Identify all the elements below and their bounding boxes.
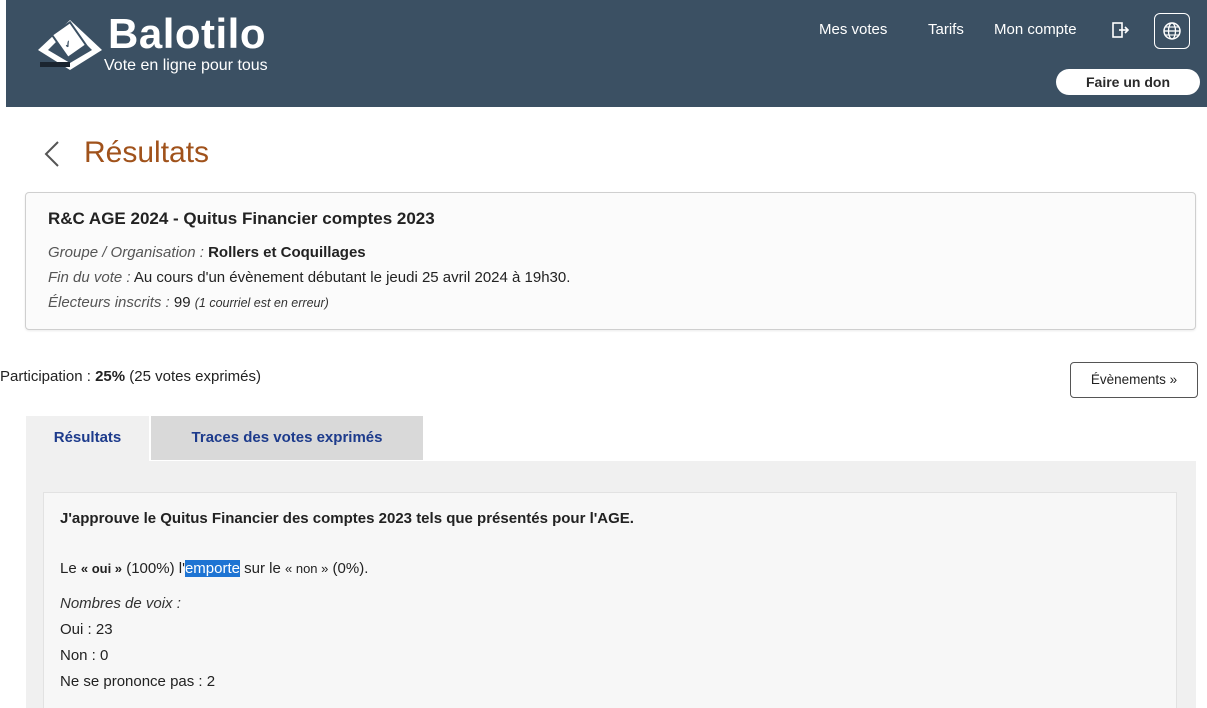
vote-info-card: R&C AGE 2024 - Quitus Financier comptes … bbox=[25, 192, 1196, 330]
count-value: 2 bbox=[206, 673, 216, 690]
verdict-oui-pct: (100%) l' bbox=[126, 560, 185, 577]
count-label: Oui : bbox=[60, 621, 92, 638]
counts-label: Nombres de voix : bbox=[60, 595, 181, 612]
group-row: Groupe / Organisation : Rollers et Coqui… bbox=[48, 244, 366, 262]
count-label: Non : bbox=[60, 647, 96, 664]
group-label: Groupe / Organisation : bbox=[48, 244, 204, 261]
events-button[interactable]: Évènements » bbox=[1070, 362, 1198, 398]
group-value: Rollers et Coquillages bbox=[208, 244, 366, 261]
language-button[interactable] bbox=[1154, 13, 1190, 49]
verdict-non-pct: (0%). bbox=[332, 560, 369, 577]
tab-traces[interactable]: Traces des votes exprimés bbox=[151, 416, 423, 460]
verdict-highlight: emporte bbox=[184, 560, 240, 577]
verdict-oui: « oui » bbox=[80, 561, 123, 576]
brand-name[interactable]: Balotilo bbox=[108, 12, 266, 56]
verdict-prefix: Le bbox=[60, 560, 77, 577]
count-value: 0 bbox=[100, 647, 109, 664]
participation-line: Participation : 25% (25 votes exprimés) bbox=[0, 368, 261, 386]
result-box: J'approuve le Quitus Financier des compt… bbox=[43, 492, 1177, 708]
participation-percent: 25% bbox=[95, 368, 126, 385]
end-label: Fin du vote : bbox=[48, 269, 131, 286]
participation-label: Participation : bbox=[0, 368, 91, 385]
top-header: ✔ Balotilo Vote en ligne pour tous Mes v… bbox=[6, 0, 1207, 107]
vote-title: R&C AGE 2024 - Quitus Financier comptes … bbox=[48, 209, 435, 228]
voters-label: Électeurs inscrits : bbox=[48, 294, 170, 311]
count-row-non: Non : 0 bbox=[60, 647, 108, 664]
nav-mes-votes[interactable]: Mes votes bbox=[819, 21, 887, 39]
back-chevron-icon[interactable] bbox=[41, 139, 63, 169]
donate-button[interactable]: Faire un don bbox=[1056, 69, 1200, 95]
end-row: Fin du vote : Au cours d'un évènement dé… bbox=[48, 269, 570, 287]
end-value: Au cours d'un évènement débutant le jeud… bbox=[133, 269, 571, 286]
verdict-non: « non » bbox=[285, 561, 329, 576]
voters-row: Électeurs inscrits : 99 (1 courriel est … bbox=[48, 294, 329, 312]
verdict-line: Le « oui » (100%) l'emporte sur le « non… bbox=[60, 560, 368, 577]
count-label: Ne se prononce pas : bbox=[60, 673, 203, 690]
logout-icon[interactable] bbox=[1111, 20, 1131, 40]
voters-value: 99 bbox=[173, 294, 191, 311]
tab-resultats[interactable]: Résultats bbox=[26, 416, 149, 462]
question-text: J'approuve le Quitus Financier des compt… bbox=[60, 510, 634, 527]
verdict-mid: sur le bbox=[244, 560, 281, 577]
participation-detail: (25 votes exprimés) bbox=[129, 368, 261, 385]
count-row-oui: Oui : 23 bbox=[60, 621, 113, 638]
page-title: Résultats bbox=[84, 136, 210, 169]
brand-tagline: Vote en ligne pour tous bbox=[104, 57, 268, 74]
globe-icon bbox=[1163, 22, 1181, 40]
count-row-nsp: Ne se prononce pas : 2 bbox=[60, 673, 215, 690]
nav-mon-compte[interactable]: Mon compte bbox=[994, 21, 1077, 39]
voters-note: (1 courriel est en erreur) bbox=[194, 296, 329, 310]
logo-ballot-icon[interactable]: ✔ bbox=[34, 16, 106, 72]
nav-tarifs[interactable]: Tarifs bbox=[928, 21, 964, 39]
count-value: 23 bbox=[95, 621, 113, 638]
